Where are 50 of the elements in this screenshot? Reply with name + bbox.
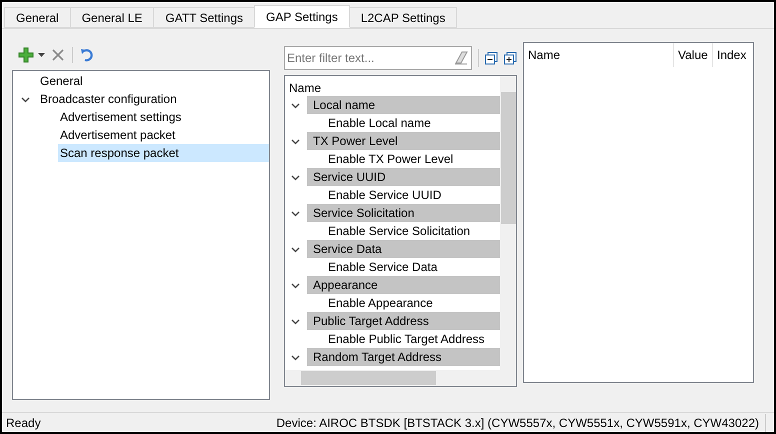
tree-item[interactable]: Advertisement settings: [58, 108, 269, 126]
chevron-down-icon[interactable]: [291, 244, 300, 254]
tree-item[interactable]: Scan response packet: [58, 144, 269, 162]
close-icon[interactable]: [51, 48, 65, 62]
group-row[interactable]: Local name: [307, 96, 500, 114]
collapse-all-icon[interactable]: [485, 52, 498, 64]
vertical-scrollbar[interactable]: [500, 76, 516, 370]
group-row[interactable]: TX Power Level: [307, 132, 500, 150]
group-row[interactable]: Random Target Address: [307, 348, 500, 366]
tab[interactable]: GATT Settings: [153, 7, 255, 28]
group-row[interactable]: Service Solicitation: [307, 204, 500, 222]
tree-item[interactable]: Advertisement packet: [58, 126, 269, 144]
chevron-down-icon[interactable]: [291, 172, 300, 182]
tab[interactable]: GAP Settings: [254, 5, 350, 28]
chevron-down-icon[interactable]: [291, 316, 300, 326]
tab[interactable]: General: [4, 7, 71, 28]
device-text: Device: AIROC BTSDK [BTSTACK 3.x] (CYW5557x, CYW5551x, CYW5591x, CYW43022): [276, 414, 766, 432]
column-header[interactable]: Index: [713, 43, 753, 67]
caret-icon[interactable]: [38, 53, 45, 57]
column-header[interactable]: Value: [674, 43, 713, 67]
chevron-down-icon[interactable]: [291, 208, 300, 218]
tree-item[interactable]: Enable Appearance: [328, 296, 433, 310]
horizontal-scrollbar[interactable]: [285, 370, 516, 386]
tree-item[interactable]: Enable Service Data: [328, 260, 438, 274]
tree-item[interactable]: Enable Service UUID: [328, 188, 442, 202]
plus-icon[interactable]: [18, 47, 34, 63]
tree-item[interactable]: Enable TX Power Level: [328, 152, 454, 166]
eraser-icon[interactable]: [454, 51, 468, 65]
chevron-down-icon[interactable]: [21, 94, 30, 104]
group-row[interactable]: Appearance: [307, 276, 500, 294]
group-row[interactable]: Service UUID: [307, 168, 500, 186]
status-text: Ready: [6, 414, 41, 432]
tree-item[interactable]: Enable Service Solicitation: [328, 224, 470, 238]
undo-icon[interactable]: [80, 48, 94, 62]
chevron-down-icon[interactable]: [291, 100, 300, 110]
chevron-down-icon[interactable]: [291, 352, 300, 362]
tree-item[interactable]: Enable Public Target Address: [328, 332, 485, 346]
group-row[interactable]: Service Data: [307, 240, 500, 258]
tree-item[interactable]: General: [38, 72, 269, 90]
tab[interactable]: General LE: [70, 7, 154, 28]
expand-all-icon[interactable]: [504, 52, 517, 64]
column-header[interactable]: Name: [285, 76, 500, 96]
filter-field[interactable]: Enter filter text...: [284, 46, 472, 70]
tab[interactable]: L2CAP Settings: [348, 7, 458, 28]
tree-item[interactable]: Enable Local name: [328, 116, 431, 130]
group-row[interactable]: Public Target Address: [307, 312, 500, 330]
tree-item[interactable]: Broadcaster configuration: [38, 90, 269, 108]
column-header[interactable]: Name: [524, 43, 674, 67]
chevron-down-icon[interactable]: [291, 136, 300, 146]
chevron-down-icon[interactable]: [291, 280, 300, 290]
